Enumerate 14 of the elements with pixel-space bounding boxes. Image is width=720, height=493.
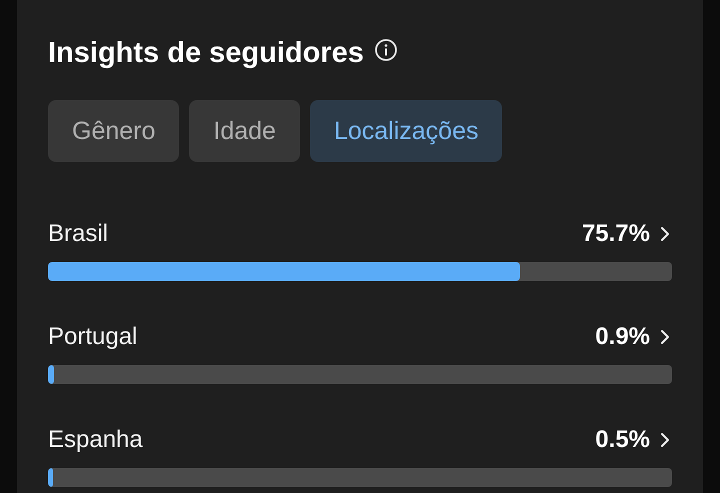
section-title: Insights de seguidores [48,36,364,70]
chevron-icon[interactable] [660,226,670,242]
filter-tab[interactable]: Idade [189,100,300,162]
location-name: Brasil [48,220,110,248]
chevron-icon[interactable] [660,329,670,345]
percentage: 75.7% [582,220,650,248]
percentage: 0.9% [595,323,650,351]
filter-tab[interactable]: Localizações [310,100,502,162]
filter-tab[interactable]: Gênero [48,100,180,162]
chevron-icon[interactable] [660,432,670,448]
percentage: 0.5% [595,426,650,454]
info-icon[interactable] [374,38,398,62]
location-name: Portugal [48,323,138,351]
location-name: Espanha [48,426,144,454]
